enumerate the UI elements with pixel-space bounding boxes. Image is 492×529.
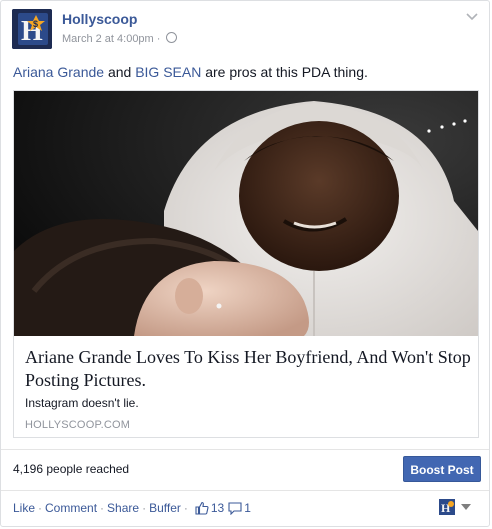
comment-link[interactable]: Comment [45, 501, 97, 515]
post-timestamp[interactable]: March 2 at 4:00pm [62, 33, 154, 45]
page-avatar[interactable]: H $ [12, 9, 52, 49]
page-name-link[interactable]: Hollyscoop [62, 11, 137, 27]
link-title[interactable]: Ariane Grande Loves To Kiss Her Boyfrien… [25, 346, 471, 392]
like-count[interactable]: 13 [211, 501, 224, 515]
link-attachment[interactable]: Ariane Grande Loves To Kiss Her Boyfrien… [13, 90, 479, 438]
mention-ariana-grande[interactable]: Ariana Grande [13, 64, 104, 80]
page-identity-selector[interactable]: H [439, 498, 473, 516]
mention-big-sean[interactable]: BIG SEAN [135, 64, 201, 80]
divider-top [1, 449, 489, 450]
svg-text:$: $ [33, 19, 38, 29]
reach-count[interactable]: 4,196 people reached [13, 462, 129, 476]
globe-icon[interactable] [165, 32, 177, 43]
buffer-link[interactable]: Buffer [149, 501, 181, 515]
comment-bubble-icon [228, 502, 242, 515]
hollyscoop-logo-icon: H $ [12, 9, 52, 49]
action-separator: · [183, 501, 188, 515]
message-text-1: and [104, 64, 136, 80]
divider-bottom [1, 490, 489, 491]
link-preview-image[interactable] [14, 91, 478, 336]
message-text-2: are pros at this PDA thing. [201, 64, 368, 80]
couple-photo [14, 91, 478, 336]
hollyscoop-mini-icon: H [439, 499, 455, 515]
comment-count[interactable]: 1 [244, 501, 251, 515]
share-link[interactable]: Share [107, 501, 139, 515]
post-actions: Like · Comment · Share · Buffer · 13 1 [13, 501, 251, 515]
facebook-post-card: H $ Hollyscoop March 2 at 4:00pm · Arian… [0, 0, 490, 527]
svg-text:H: H [21, 16, 43, 47]
chevron-down-icon [461, 504, 471, 510]
link-domain: HOLLYSCOOP.COM [25, 419, 131, 431]
post-header: H $ Hollyscoop March 2 at 4:00pm · [12, 9, 478, 51]
post-meta: March 2 at 4:00pm · [62, 32, 177, 45]
post-message: Ariana Grande and BIG SEAN are pros at t… [13, 63, 477, 81]
chevron-down-icon[interactable] [466, 13, 478, 21]
thumbs-up-icon [195, 501, 209, 515]
like-link[interactable]: Like [13, 501, 35, 515]
action-separator: · [100, 501, 105, 515]
link-description: Instagram doesn't lie. [25, 396, 139, 410]
action-separator: · [142, 501, 147, 515]
meta-separator: · [156, 33, 161, 45]
action-separator: · [38, 501, 43, 515]
boost-post-button[interactable]: Boost Post [403, 456, 481, 482]
